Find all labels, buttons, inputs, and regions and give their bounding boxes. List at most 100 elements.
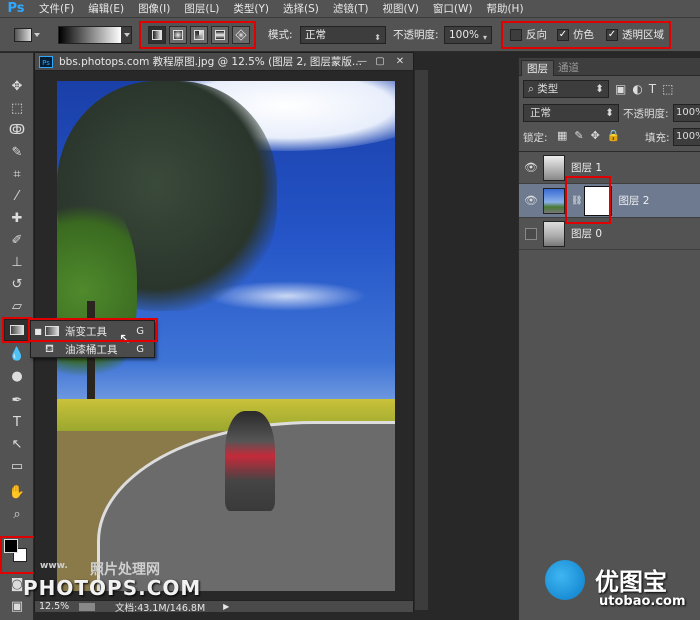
- hand-tool-icon[interactable]: ✋: [4, 481, 30, 503]
- flyout-item-shortcut: G: [136, 325, 144, 337]
- document-size-info: 文档:43.1M/146.8M: [115, 602, 206, 614]
- paint-bucket-icon: ⛾: [45, 342, 54, 355]
- mode-value: 正常: [305, 29, 326, 41]
- gradient-tool-icon: [14, 28, 32, 42]
- linear-gradient-icon: [152, 30, 162, 40]
- layer-name: 图层 2: [618, 195, 650, 207]
- mode-label: 模式:: [268, 29, 293, 41]
- path-select-tool-icon[interactable]: ↖: [4, 433, 30, 455]
- type-tool-icon[interactable]: T: [4, 411, 30, 433]
- diamond-gradient-button[interactable]: [232, 26, 250, 44]
- zoom-level[interactable]: 12.5%: [39, 601, 79, 612]
- layer-row-2[interactable]: 👁 ⛓ 图层 2: [519, 184, 700, 218]
- hidden-eye-box-icon[interactable]: [525, 227, 537, 240]
- fill-field[interactable]: 100%: [673, 128, 700, 146]
- menu-filter[interactable]: 滤镜(T): [326, 0, 376, 18]
- menu-select[interactable]: 选择(S): [276, 0, 326, 18]
- blend-row: 正常 ⬍ 不透明度: 100%: [519, 104, 700, 124]
- dodge-tool-icon[interactable]: ●: [4, 365, 30, 387]
- chevron-down-icon: [124, 33, 130, 37]
- lock-icons[interactable]: ▦✎✥🔒: [557, 129, 628, 142]
- menu-file[interactable]: 文件(F): [32, 0, 81, 18]
- crop-tool-icon[interactable]: ⌗: [4, 163, 30, 185]
- tab-channels[interactable]: 通道: [553, 60, 584, 76]
- blur-tool-icon[interactable]: 💧: [4, 343, 30, 365]
- close-icon[interactable]: ✕: [391, 55, 409, 68]
- dither-label: 仿色: [573, 29, 594, 41]
- menu-help[interactable]: 帮助(H): [479, 0, 530, 18]
- eye-icon[interactable]: 👁: [519, 194, 543, 207]
- layer-thumbnail: [543, 220, 565, 247]
- minimize-icon[interactable]: —: [353, 55, 371, 68]
- quick-select-tool-icon[interactable]: ✎: [4, 141, 30, 163]
- layer-filter-dropdown[interactable]: ⌕ 类型 ⬍: [523, 80, 609, 98]
- angle-gradient-icon: [194, 30, 204, 40]
- dither-checkbox[interactable]: ✓ 仿色: [557, 27, 594, 42]
- checkmark-icon: ✓: [606, 28, 618, 41]
- gradient-icon: [45, 326, 59, 336]
- zoom-tool-icon[interactable]: ⌕: [4, 503, 30, 525]
- angle-gradient-button[interactable]: [190, 26, 208, 44]
- menu-layer[interactable]: 图层(L): [177, 0, 226, 18]
- linear-gradient-button[interactable]: [148, 26, 166, 44]
- foreground-color-swatch[interactable]: [4, 539, 18, 553]
- pen-tool-icon[interactable]: ✒: [4, 389, 30, 411]
- layer-filter-icons[interactable]: ▣◐T⬚: [615, 82, 679, 96]
- stamp-tool-icon[interactable]: ⊥: [4, 251, 30, 273]
- status-icon: [79, 602, 95, 611]
- gradient-picker[interactable]: [58, 26, 132, 44]
- menu-view[interactable]: 视图(V): [375, 0, 425, 18]
- eraser-tool-icon[interactable]: ▱: [4, 295, 30, 317]
- cyclists: [225, 411, 275, 511]
- flyout-item-gradient-tool[interactable]: ■ 渐变工具 G: [31, 322, 154, 340]
- layer-name: 图层 0: [571, 228, 603, 240]
- play-arrow-icon[interactable]: ▶: [223, 602, 229, 611]
- tab-layers[interactable]: 图层: [521, 60, 554, 76]
- reverse-checkbox[interactable]: 反向: [510, 27, 547, 42]
- layer-row-0[interactable]: 图层 0: [519, 218, 700, 250]
- layer-row-1[interactable]: 👁 图层 1: [519, 152, 700, 184]
- marquee-tool-icon[interactable]: ⬚: [4, 97, 30, 119]
- healing-brush-tool-icon[interactable]: ✚: [4, 207, 30, 229]
- layer-filter-row: ⌕ 类型 ⬍ ▣◐T⬚: [519, 80, 700, 100]
- tool-preset-picker[interactable]: [14, 26, 50, 44]
- chevron-down-icon: [34, 33, 40, 37]
- gradient-tool-icon[interactable]: [4, 319, 30, 341]
- brush-tool-icon[interactable]: ✐: [4, 229, 30, 251]
- blend-mode-value: 正常: [530, 107, 551, 119]
- lock-label: 锁定:: [523, 132, 548, 144]
- chevron-updown-icon: ⬍: [595, 83, 604, 95]
- maximize-icon[interactable]: ▢: [371, 55, 389, 68]
- eyedropper-tool-icon[interactable]: ⁄: [4, 185, 30, 207]
- flyout-item-label: 油漆桶工具: [65, 343, 118, 356]
- layer-mask-thumbnail[interactable]: [584, 185, 613, 216]
- chevron-updown-icon: ⬍: [605, 107, 614, 119]
- menu-window[interactable]: 窗口(W): [426, 0, 480, 18]
- lasso-tool-icon[interactable]: ↂ: [4, 119, 30, 141]
- flyout-item-label: 渐变工具: [65, 325, 107, 338]
- menu-image[interactable]: 图像(I): [131, 0, 177, 18]
- vertical-scrollbar[interactable]: [414, 70, 428, 610]
- opacity-field[interactable]: 100% ▾: [444, 26, 492, 44]
- history-brush-tool-icon[interactable]: ↺: [4, 273, 30, 295]
- transparency-checkbox[interactable]: ✓ 透明区域: [606, 27, 664, 42]
- mouse-cursor-icon: ↖: [119, 331, 131, 347]
- checkbox-icon: [510, 28, 522, 41]
- layer-filter-value: 类型: [537, 83, 559, 95]
- reflected-gradient-button[interactable]: [211, 26, 229, 44]
- menu-edit[interactable]: 编辑(E): [81, 0, 131, 18]
- document-title-bar[interactable]: Ps bbs.photops.com 教程原图.jpg @ 12.5% (图层 …: [35, 53, 413, 71]
- link-icon[interactable]: ⛓: [571, 196, 582, 206]
- flyout-item-paint-bucket[interactable]: ⛾ 油漆桶工具 G: [31, 340, 154, 358]
- layer-opacity-field[interactable]: 100%: [673, 104, 700, 122]
- brand-cn-text: 优图宝: [595, 568, 667, 596]
- photoshop-logo: Ps: [7, 1, 25, 16]
- document-title: bbs.photops.com 教程原图.jpg @ 12.5% (图层 2, …: [59, 56, 362, 68]
- shape-tool-icon[interactable]: ▭: [4, 455, 30, 477]
- mode-dropdown[interactable]: 正常 ⬍: [300, 26, 386, 44]
- menu-type[interactable]: 类型(Y): [226, 0, 276, 18]
- blend-mode-dropdown[interactable]: 正常 ⬍: [523, 104, 619, 122]
- move-tool-icon[interactable]: ✥: [4, 75, 30, 97]
- radial-gradient-button[interactable]: [169, 26, 187, 44]
- eye-icon[interactable]: 👁: [519, 161, 543, 174]
